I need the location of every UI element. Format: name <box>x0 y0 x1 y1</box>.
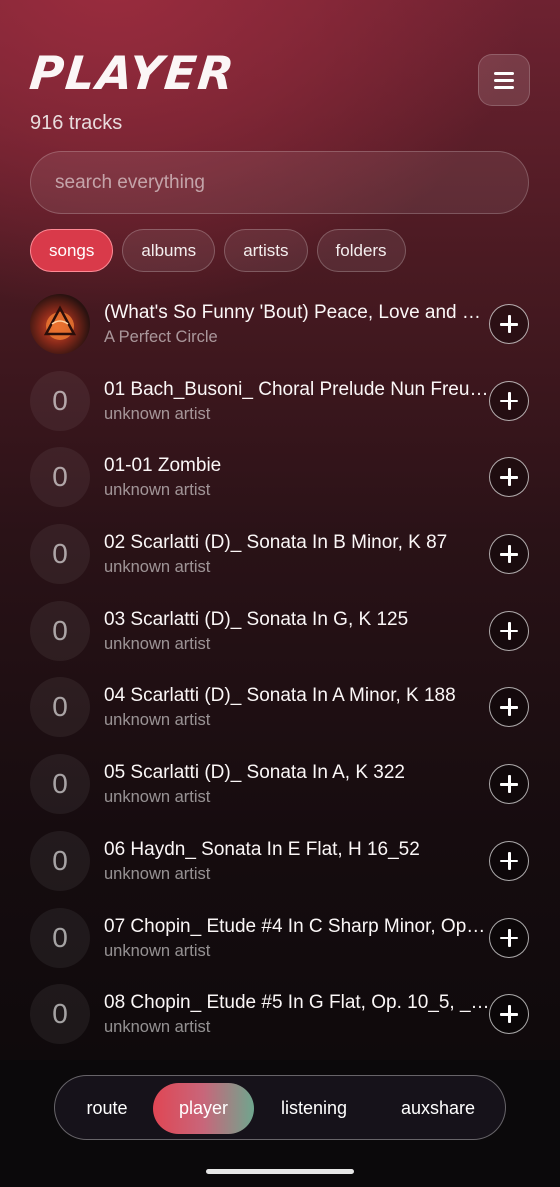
album-art-image <box>43 305 77 340</box>
add-track-button[interactable] <box>489 380 529 421</box>
track-artist: unknown artist <box>104 864 211 883</box>
track-title: 08 Chopin_ Etude #5 In G Flat, Op. 10_5,… <box>104 992 490 1014</box>
track-artist: unknown artist <box>104 481 211 500</box>
add-track-button[interactable] <box>489 764 529 805</box>
add-track-button[interactable] <box>489 994 529 1035</box>
plus-icon <box>500 698 518 717</box>
home-indicator[interactable] <box>206 1169 354 1174</box>
track-title: 05 Scarlatti (D)_ Sonata In A, K 322 <box>104 762 406 784</box>
nav-auxshare[interactable]: auxshare <box>375 1083 501 1134</box>
track-list[interactable]: (What's So Funny 'Bout) Peace, Love and … <box>0 286 560 1076</box>
add-track-button[interactable] <box>489 687 529 728</box>
plus-icon <box>500 468 518 487</box>
track-title: (What's So Funny 'Bout) Peace, Love and … <box>104 302 490 323</box>
track-title: 01 Bach_Busoni_ Choral Prelude Nun Freut… <box>104 378 490 400</box>
track-row[interactable]: 0 08 Chopin_ Etude #5 In G Flat, Op. 10_… <box>0 976 560 1053</box>
track-thumbnail: 0 <box>30 754 90 815</box>
track-thumbnail: 0 <box>30 600 90 661</box>
track-title: 03 Scarlatti (D)_ Sonata In G, K 125 <box>104 608 409 630</box>
track-artist: A Perfect Circle <box>104 328 218 346</box>
track-thumbnail: 0 <box>30 830 90 891</box>
track-row[interactable]: 0 01 Bach_Busoni_ Choral Prelude Nun Fre… <box>0 363 560 440</box>
filter-artists[interactable]: artists <box>224 229 308 272</box>
nav-listening[interactable]: listening <box>262 1083 366 1134</box>
track-count: 916 tracks <box>30 112 123 134</box>
add-track-button[interactable] <box>489 917 529 958</box>
track-row[interactable]: 0 03 Scarlatti (D)_ Sonata In G, K 125 u… <box>0 593 560 670</box>
track-title: 06 Haydn_ Sonata In E Flat, H 16_52 <box>104 838 420 860</box>
track-title: 01-01 Zombie <box>104 455 222 477</box>
search-bar[interactable] <box>30 151 529 214</box>
plus-icon <box>500 1005 518 1024</box>
track-title: 04 Scarlatti (D)_ Sonata In A Minor, K 1… <box>104 685 456 707</box>
plus-icon <box>500 851 518 870</box>
track-artist: unknown artist <box>104 1018 211 1037</box>
plus-icon <box>500 928 518 947</box>
track-thumbnail: 0 <box>30 370 90 431</box>
track-row[interactable]: 0 01-01 Zombie unknown artist <box>0 439 560 516</box>
track-title: 07 Chopin_ Etude #4 In C Sharp Minor, Op… <box>104 915 490 937</box>
add-track-button[interactable] <box>489 610 529 651</box>
track-thumbnail: 0 <box>30 677 90 738</box>
page-title: PLAYER <box>27 46 239 100</box>
bottom-nav: route player listening auxshare <box>54 1075 506 1140</box>
plus-icon <box>500 545 518 564</box>
add-track-button[interactable] <box>489 304 529 344</box>
filter-chips: songs albums artists folders <box>30 229 406 272</box>
nav-route[interactable]: route <box>69 1083 145 1134</box>
plus-icon <box>500 775 518 794</box>
album-art <box>30 294 90 354</box>
search-input[interactable] <box>55 171 528 194</box>
track-row[interactable]: 0 02 Scarlatti (D)_ Sonata In B Minor, K… <box>0 516 560 593</box>
add-track-button[interactable] <box>489 457 529 498</box>
add-track-button[interactable] <box>489 534 529 575</box>
track-thumbnail: 0 <box>30 907 90 968</box>
add-track-button[interactable] <box>489 840 529 881</box>
filter-folders[interactable]: folders <box>316 229 406 272</box>
track-thumbnail: 0 <box>30 447 90 508</box>
track-artist: unknown artist <box>104 941 211 960</box>
plus-icon <box>500 391 518 410</box>
track-thumbnail: 0 <box>30 524 90 585</box>
track-row[interactable]: (What's So Funny 'Bout) Peace, Love and … <box>0 286 560 363</box>
track-row[interactable]: 0 06 Haydn_ Sonata In E Flat, H 16_52 un… <box>0 823 560 900</box>
track-artist: unknown artist <box>104 711 211 730</box>
filter-albums[interactable]: albums <box>122 229 216 272</box>
hamburger-menu-icon <box>494 72 514 89</box>
track-artist: unknown artist <box>104 788 211 807</box>
menu-button[interactable] <box>478 54 530 106</box>
track-artist: unknown artist <box>104 634 211 653</box>
nav-player[interactable]: player <box>153 1083 254 1134</box>
track-artist: unknown artist <box>104 558 211 577</box>
track-artist: unknown artist <box>104 404 211 423</box>
header: PLAYER 916 tracks <box>27 46 530 136</box>
plus-icon <box>500 621 518 640</box>
plus-icon <box>500 315 518 333</box>
filter-songs[interactable]: songs <box>30 229 114 272</box>
track-thumbnail: 0 <box>30 984 90 1045</box>
track-row[interactable]: 0 04 Scarlatti (D)_ Sonata In A Minor, K… <box>0 669 560 746</box>
track-row[interactable]: 0 05 Scarlatti (D)_ Sonata In A, K 322 u… <box>0 746 560 823</box>
track-title: 02 Scarlatti (D)_ Sonata In B Minor, K 8… <box>104 532 448 554</box>
track-row[interactable]: 0 07 Chopin_ Etude #4 In C Sharp Minor, … <box>0 900 560 977</box>
